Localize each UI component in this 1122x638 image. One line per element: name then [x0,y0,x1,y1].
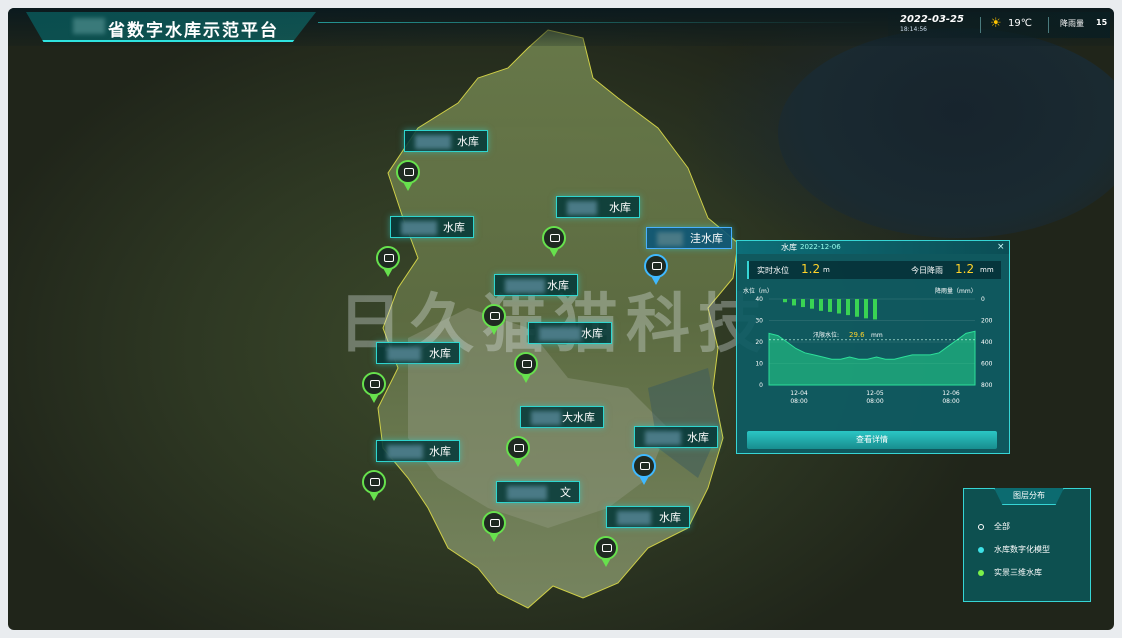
realtime-level-value: 1.2 [801,262,821,276]
water-level-area [768,330,976,386]
reservoir-pin[interactable] [632,454,658,486]
rainfall-bar [783,299,787,303]
rainfall-bar [837,299,841,314]
today-rain-value: 1.2 [955,262,975,276]
date-text: 2022-03-25 [900,14,964,25]
reservoir-label[interactable]: 大水库 [520,406,604,428]
reservoir-pin[interactable] [514,352,540,384]
y-right-tick: 0 [981,296,985,303]
y-left-tick: 10 [755,361,763,368]
rainfall-bar [801,299,805,308]
top-divider [318,22,878,23]
x-tick-time: 08:00 [866,398,883,405]
reservoir-label[interactable]: 水库 [494,274,578,296]
rainfall-bar [792,299,796,306]
reservoir-pin[interactable] [506,436,532,468]
y-right-tick: 400 [981,339,993,346]
y-right-tick: 200 [981,318,993,325]
popup-header [737,241,1009,254]
y-left-tick: 40 [755,296,763,303]
layer-legend: 图层分布 全部 水库数字化模型 实景三维水库 [963,488,1091,602]
x-tick-date: 12-05 [866,390,884,397]
y-left-axis-title: 水位（m） [743,287,773,295]
reservoir-label[interactable]: 水库 [376,342,460,364]
reservoir-pin[interactable] [594,536,620,568]
divider [980,17,981,33]
reservoir-pin-selected[interactable] [644,254,670,286]
realtime-level-unit: m [823,266,830,274]
y-right-axis-title: 降雨量（mm） [935,287,977,295]
reservoir-label[interactable]: 水库 [404,130,488,152]
divider [1048,17,1049,33]
reservoir-label[interactable]: 文 [496,481,580,503]
reservoir-label[interactable]: 水库 [634,426,718,448]
legend-item-all[interactable]: 全部 [978,521,1010,532]
popup-stats: 实时水位 1.2 m 今日降雨 1.2 mm [747,261,1001,279]
rain-value: 15 [1096,18,1108,27]
popup-title: 水库 [781,243,797,252]
reservoir-pin[interactable] [376,246,402,278]
x-tick-time: 08:00 [790,398,807,405]
reservoir-popup: 水库 2022-12-06 × 实时水位 1.2 m 今日降雨 1.2 mm 水… [736,240,1010,454]
today-rain-unit: mm [980,266,994,274]
reservoir-label[interactable]: 水库 [606,506,690,528]
map-canvas[interactable]: 日久猫猫科技 省数字水库示范平台 2022-03-25 18:14:56 ☀ 1… [8,8,1114,630]
sun-icon: ☀ [990,16,1002,31]
y-right-tick: 600 [981,361,993,368]
legend-item-digital[interactable]: 水库数字化模型 [978,544,1050,555]
reservoir-label-selected[interactable]: 洼水库 [646,227,732,249]
water-level-chart: 水位（m） 降雨量（mm） 40 30 20 10 0 0 200 400 600 800 汛限水位: 2… [743,287,993,405]
x-tick-date: 12-06 [942,390,960,397]
y-left-tick: 30 [755,318,763,325]
reservoir-pin[interactable] [362,470,388,502]
reservoir-label[interactable]: 水库 [376,440,460,462]
reservoir-pin[interactable] [362,372,388,404]
rainfall-bar [873,299,877,320]
y-right-tick: 800 [981,382,993,389]
rainfall-bar [864,299,868,319]
flood-limit-label: 汛限水位: [813,331,839,339]
reservoir-label[interactable]: 水库 [528,322,612,344]
legend-item-3d[interactable]: 实景三维水库 [978,567,1042,578]
x-tick-date: 12-04 [790,390,808,397]
realtime-level-label: 实时水位 [757,266,789,275]
page-title: 省数字水库示范平台 [108,21,279,41]
rain-label: 降雨量 [1060,19,1084,28]
view-details-button[interactable]: 查看详情 [747,431,997,449]
time-text: 18:14:56 [900,26,927,33]
reservoir-pin[interactable] [482,304,508,336]
rainfall-bar [846,299,850,316]
rainfall-bar [855,299,859,317]
reservoir-pin[interactable] [482,511,508,543]
flood-limit-value: 29.6 [849,331,865,339]
popup-date: 2022-12-06 [800,243,841,251]
reservoir-label[interactable]: 水库 [556,196,640,218]
rainfall-bar [819,299,823,311]
y-left-tick: 20 [755,339,763,346]
y-left-tick: 0 [759,382,763,389]
title-redacted [73,18,105,34]
today-rain-label: 今日降雨 [911,266,943,275]
rainfall-bar [828,299,832,312]
temperature-text: 19℃ [1008,18,1032,29]
flood-limit-unit: mm [871,332,883,339]
legend-title: 图层分布 [994,488,1064,505]
close-icon[interactable]: × [997,241,1005,254]
reservoir-pin[interactable] [396,160,422,192]
reservoir-label[interactable]: 水库 [390,216,474,238]
rainfall-bar [810,299,814,309]
reservoir-pin[interactable] [542,226,568,258]
x-tick-time: 08:00 [942,398,959,405]
